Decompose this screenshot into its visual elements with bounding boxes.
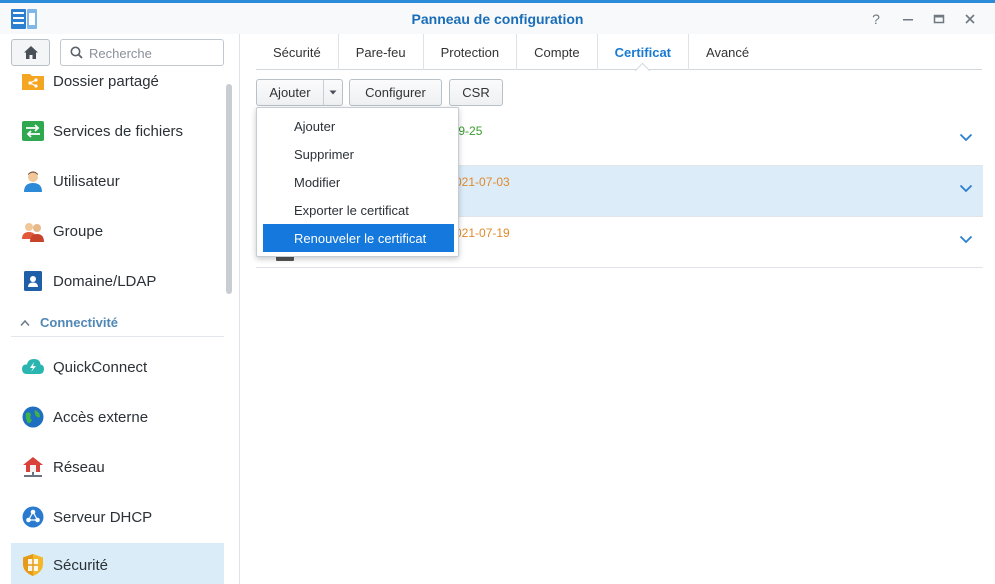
sidebar-scrollbar[interactable] bbox=[226, 84, 232, 294]
chevron-down-icon[interactable] bbox=[959, 133, 973, 142]
sidebar-item-label: Utilisateur bbox=[53, 172, 120, 190]
minimize-button[interactable] bbox=[898, 9, 918, 29]
sidebar-item-group[interactable]: Groupe bbox=[11, 209, 224, 253]
section-title: Connectivité bbox=[40, 315, 119, 330]
sidebar-item-label: Groupe bbox=[53, 222, 104, 240]
dhcp-server-icon bbox=[22, 506, 44, 528]
sidebar-item-label: Accès externe bbox=[53, 408, 149, 426]
close-button[interactable] bbox=[960, 9, 980, 29]
security-shield-icon bbox=[23, 554, 43, 576]
chevron-down-icon[interactable] bbox=[959, 184, 973, 193]
sidebar-item-quickconnect[interactable]: QuickConnect bbox=[11, 345, 224, 389]
window-title: Panneau de configuration bbox=[411, 11, 584, 27]
csr-button[interactable]: CSR bbox=[449, 79, 503, 106]
sidebar-item-network[interactable]: Réseau bbox=[11, 445, 224, 489]
home-icon bbox=[23, 46, 38, 59]
configure-button[interactable]: Configurer bbox=[349, 79, 442, 106]
sidebar-item-domain-ldap[interactable]: Domaine/LDAP bbox=[11, 259, 224, 303]
shared-folder-icon bbox=[22, 74, 44, 90]
add-button[interactable]: Ajouter bbox=[256, 79, 324, 106]
sidebar-item-label: Domaine/LDAP bbox=[53, 272, 157, 290]
minimize-icon bbox=[903, 19, 913, 21]
help-icon: ? bbox=[872, 11, 880, 27]
domain-ldap-icon bbox=[24, 271, 42, 291]
tab-protection[interactable]: Protection bbox=[424, 34, 518, 70]
help-button[interactable]: ? bbox=[866, 9, 886, 29]
sidebar-item-label: Réseau bbox=[53, 458, 105, 476]
menu-item-edit[interactable]: Modifier bbox=[263, 168, 454, 196]
external-access-icon bbox=[22, 406, 44, 428]
chevron-down-icon[interactable] bbox=[959, 235, 973, 244]
add-dropdown-button[interactable] bbox=[323, 79, 343, 106]
network-icon bbox=[23, 457, 43, 477]
group-icon bbox=[22, 223, 44, 242]
sidebar-item-label: Serveur DHCP bbox=[53, 508, 153, 526]
tab-certificate[interactable]: Certificat bbox=[598, 34, 690, 70]
maximize-button[interactable] bbox=[929, 9, 949, 29]
quickconnect-icon bbox=[22, 359, 44, 374]
menu-item-add[interactable]: Ajouter bbox=[263, 112, 454, 140]
tab-security[interactable]: Sécurité bbox=[256, 34, 339, 70]
tab-advanced[interactable]: Avancé bbox=[689, 34, 766, 70]
sidebar-item-external-access[interactable]: Accès externe bbox=[11, 395, 224, 439]
menu-item-delete[interactable]: Supprimer bbox=[263, 140, 454, 168]
chevron-up-icon bbox=[20, 319, 30, 326]
sidebar-item-file-services[interactable]: Services de fichiers bbox=[11, 109, 224, 153]
sidebar-item-label: Services de fichiers bbox=[53, 122, 184, 140]
maximize-icon bbox=[933, 14, 945, 24]
sidebar-item-label: Sécurité bbox=[53, 556, 109, 574]
menu-item-export-certificate[interactable]: Exporter le certificat bbox=[263, 196, 454, 224]
caret-down-icon bbox=[329, 90, 337, 95]
sidebar-item-security[interactable]: Sécurité bbox=[11, 543, 224, 584]
user-icon bbox=[24, 171, 42, 192]
control-panel-window: Panneau de configuration ? Recherche Dos… bbox=[0, 0, 995, 584]
sidebar-item-label: QuickConnect bbox=[53, 358, 148, 376]
title-bar: Panneau de configuration ? bbox=[0, 3, 995, 34]
tab-firewall[interactable]: Pare-feu bbox=[339, 34, 424, 70]
tab-account[interactable]: Compte bbox=[517, 34, 598, 70]
tab-bar: Sécurité Pare-feu Protection Compte Cert… bbox=[256, 34, 982, 70]
close-icon bbox=[965, 14, 975, 24]
add-dropdown-menu: Ajouter Supprimer Modifier Exporter le c… bbox=[256, 107, 459, 257]
sidebar-item-user[interactable]: Utilisateur bbox=[11, 159, 224, 203]
sidebar-item-shared-folder[interactable]: Dossier partagé bbox=[11, 59, 224, 103]
menu-item-renew-certificate[interactable]: Renouveler le certificat bbox=[263, 224, 454, 252]
file-services-icon bbox=[22, 121, 44, 141]
sidebar-item-label: Dossier partagé bbox=[53, 72, 159, 90]
sidebar: Dossier partagé Services de fichiers Uti… bbox=[0, 34, 240, 584]
search-icon bbox=[70, 46, 83, 59]
sidebar-section-connectivity[interactable]: Connectivité bbox=[11, 309, 224, 337]
sidebar-item-dhcp-server[interactable]: Serveur DHCP bbox=[11, 495, 224, 539]
